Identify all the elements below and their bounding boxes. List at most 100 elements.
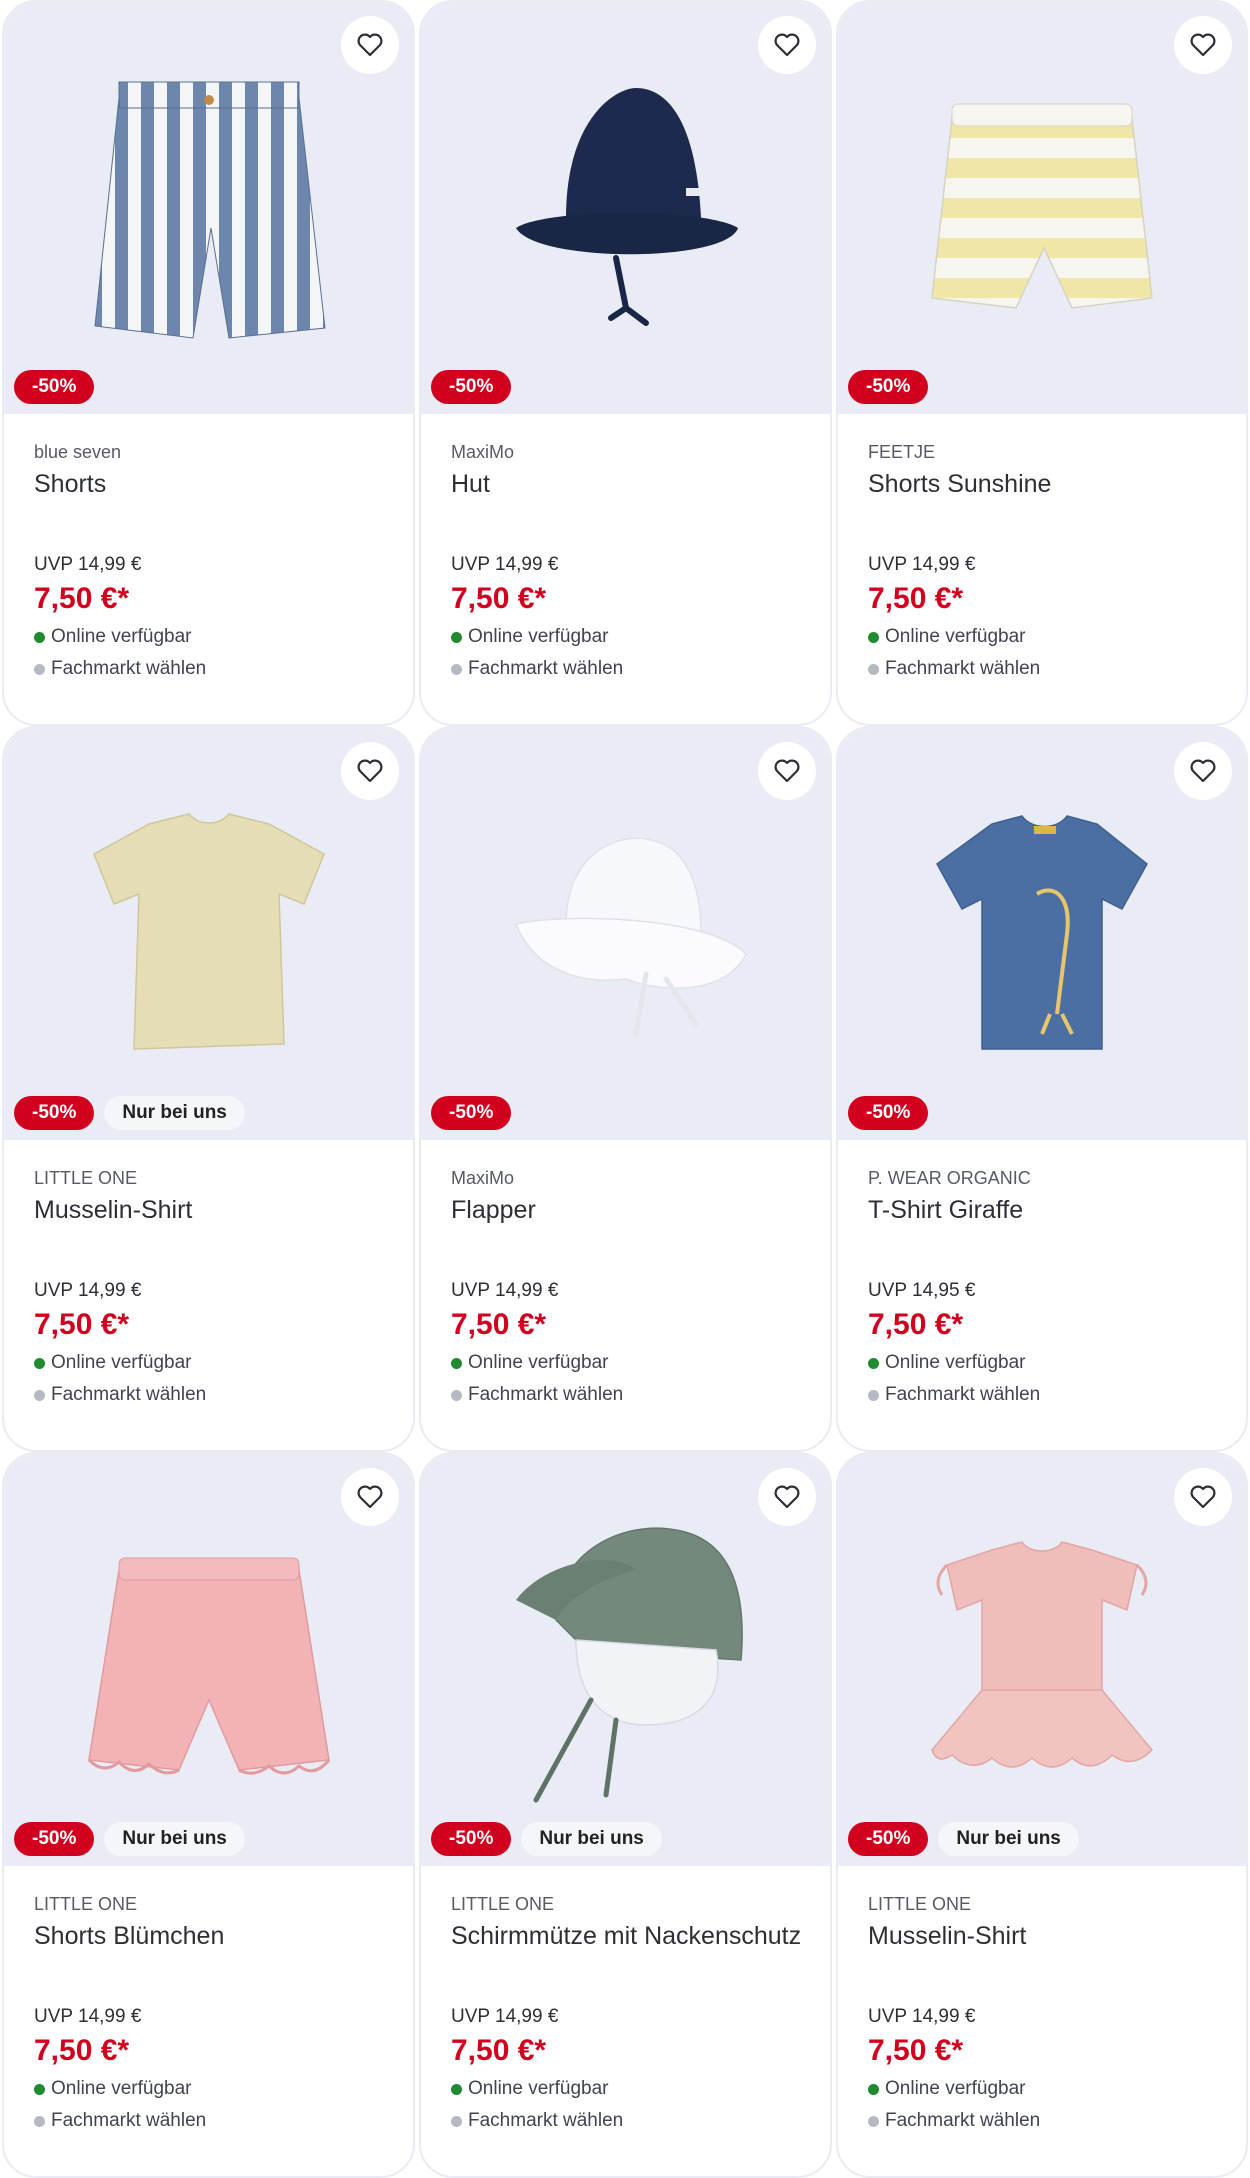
product-brand: LITTLE ONE [34, 1894, 138, 1914]
product-price: 7,50 €* [451, 582, 547, 615]
online-availability: Online verfügbar [868, 1352, 1025, 1374]
product-name[interactable]: Shorts Blümchen [34, 1920, 413, 1984]
product-price: 7,50 €* [451, 1308, 547, 1341]
product-price: 7,50 €* [868, 2034, 964, 2067]
store-select-link[interactable]: Fachmarkt wählen [451, 658, 623, 680]
product-info: MaxiMo Hut UVP 14,99 € 7,50 €* Online ve… [421, 414, 830, 724]
badge-row: -50% [431, 370, 512, 404]
store-dot-icon [451, 1389, 462, 1401]
wishlist-button[interactable] [758, 16, 816, 74]
heart-icon [1190, 1485, 1216, 1509]
product-uvp: UVP 14,99 € [868, 554, 976, 575]
product-uvp: UVP 14,99 € [34, 1280, 142, 1301]
blue-giraffe-tshirt-image [936, 815, 1148, 1050]
product-info: LITTLE ONE Shorts Blümchen UVP 14,99 € 7… [4, 1866, 413, 2176]
product-image-area[interactable]: -50% Nur bei uns [4, 728, 413, 1140]
availability-label: Online verfügbar [468, 2078, 609, 2099]
product-info: LITTLE ONE Schirmmütze mit Nackenschutz … [421, 1866, 830, 2176]
store-label: Fachmarkt wählen [885, 2110, 1041, 2131]
product-card[interactable]: -50% Nur bei uns LITTLE ONE Musselin-Shi… [836, 1452, 1248, 2178]
product-card[interactable]: -50% Nur bei uns LITTLE ONE Schirmmütze … [419, 1452, 832, 2178]
online-availability: Online verfügbar [451, 1352, 608, 1374]
product-image-area[interactable]: -50% [421, 2, 830, 414]
availability-label: Online verfügbar [885, 1352, 1026, 1373]
available-dot-icon [451, 2083, 462, 2095]
product-name[interactable]: Musselin-Shirt [34, 1194, 413, 1258]
product-image-area[interactable]: -50% Nur bei uns [838, 1454, 1246, 1866]
heart-icon [774, 33, 800, 57]
online-availability: Online verfügbar [868, 626, 1025, 648]
discount-badge: -50% [848, 1822, 929, 1856]
product-brand: LITTLE ONE [34, 1168, 138, 1188]
heart-icon [357, 1485, 383, 1509]
store-dot-icon [34, 1389, 45, 1401]
product-card[interactable]: -50% MaxiMo Flapper UVP 14,99 € 7,50 €* … [419, 726, 832, 1452]
product-card[interactable]: -50% MaxiMo Hut UVP 14,99 € 7,50 €* Onli… [419, 0, 832, 726]
heart-icon [774, 1485, 800, 1509]
badge-row: -50% [431, 1096, 512, 1130]
wishlist-button[interactable] [341, 742, 399, 800]
store-select-link[interactable]: Fachmarkt wählen [868, 1384, 1040, 1406]
wishlist-button[interactable] [341, 16, 399, 74]
product-card[interactable]: -50% FEETJE Shorts Sunshine UVP 14,99 € … [836, 0, 1248, 726]
wishlist-button[interactable] [1174, 742, 1232, 800]
product-image-area[interactable]: -50% [4, 2, 413, 414]
product-info: LITTLE ONE Musselin-Shirt UVP 14,99 € 7,… [4, 1140, 413, 1450]
availability-label: Online verfügbar [51, 2078, 192, 2099]
store-select-link[interactable]: Fachmarkt wählen [868, 658, 1040, 680]
product-price: 7,50 €* [451, 2034, 547, 2067]
product-name[interactable]: Flapper [451, 1194, 830, 1258]
product-price: 7,50 €* [34, 2034, 130, 2067]
wishlist-button[interactable] [758, 1468, 816, 1526]
discount-badge: -50% [14, 1822, 95, 1856]
product-image-area[interactable]: -50% Nur bei uns [4, 1454, 413, 1866]
online-availability: Online verfügbar [34, 626, 191, 648]
available-dot-icon [868, 2083, 879, 2095]
product-image-area[interactable]: -50% [838, 728, 1246, 1140]
store-select-link[interactable]: Fachmarkt wählen [34, 658, 206, 680]
product-card[interactable]: -50% blue seven Shorts UVP 14,99 € 7,50 … [2, 0, 415, 726]
wishlist-button[interactable] [1174, 1468, 1232, 1526]
product-name[interactable]: Schirmmütze mit Nackenschutz [451, 1920, 830, 1984]
store-dot-icon [868, 1389, 879, 1401]
available-dot-icon [451, 1357, 462, 1369]
discount-badge: -50% [431, 1096, 512, 1130]
store-dot-icon [868, 2115, 879, 2127]
product-uvp: UVP 14,99 € [34, 2006, 142, 2027]
store-label: Fachmarkt wählen [51, 2110, 207, 2131]
store-select-link[interactable]: Fachmarkt wählen [868, 2110, 1040, 2132]
product-name[interactable]: Musselin-Shirt [868, 1920, 1246, 1984]
product-image-area[interactable]: -50% [421, 728, 830, 1140]
wishlist-button[interactable] [758, 742, 816, 800]
product-card[interactable]: -50% P. WEAR ORGANIC T-Shirt Giraffe UVP… [836, 726, 1248, 1452]
product-image-area[interactable]: -50% [838, 2, 1246, 414]
striped-shorts-image [93, 81, 326, 339]
product-info: MaxiMo Flapper UVP 14,99 € 7,50 €* Onlin… [421, 1140, 830, 1450]
discount-badge: -50% [431, 1822, 512, 1856]
store-dot-icon [34, 2115, 45, 2127]
product-brand: FEETJE [868, 442, 936, 462]
wishlist-button[interactable] [341, 1468, 399, 1526]
product-name[interactable]: Shorts [34, 468, 413, 532]
product-image-area[interactable]: -50% Nur bei uns [421, 1454, 830, 1866]
store-label: Fachmarkt wählen [468, 1384, 624, 1405]
badge-row: -50% Nur bei uns [14, 1822, 245, 1856]
product-uvp: UVP 14,99 € [34, 554, 142, 575]
store-select-link[interactable]: Fachmarkt wählen [451, 1384, 623, 1406]
badge-row: -50% Nur bei uns [848, 1822, 1079, 1856]
availability-label: Online verfügbar [885, 626, 1026, 647]
store-dot-icon [868, 663, 879, 675]
product-name[interactable]: Hut [451, 468, 830, 532]
product-brand: MaxiMo [451, 442, 515, 462]
product-card[interactable]: -50% Nur bei uns LITTLE ONE Musselin-Shi… [2, 726, 415, 1452]
store-select-link[interactable]: Fachmarkt wählen [34, 1384, 206, 1406]
product-card[interactable]: -50% Nur bei uns LITTLE ONE Shorts Blümc… [2, 1452, 415, 2178]
store-select-link[interactable]: Fachmarkt wählen [34, 2110, 206, 2132]
product-name[interactable]: T-Shirt Giraffe [868, 1194, 1246, 1258]
product-name[interactable]: Shorts Sunshine [868, 468, 1246, 532]
badge-row: -50% Nur bei uns [14, 1096, 245, 1130]
store-select-link[interactable]: Fachmarkt wählen [451, 2110, 623, 2132]
product-price: 7,50 €* [34, 1308, 130, 1341]
wishlist-button[interactable] [1174, 16, 1232, 74]
store-label: Fachmarkt wählen [51, 1384, 207, 1405]
